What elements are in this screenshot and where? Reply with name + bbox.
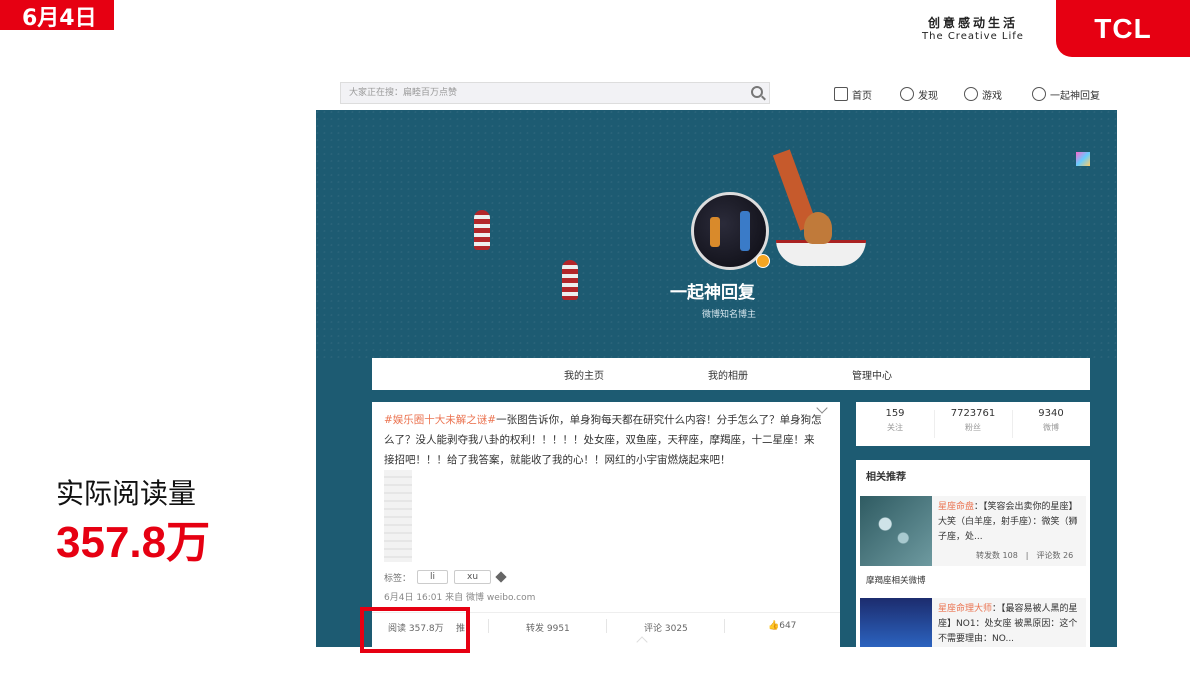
comment-button[interactable]: 评论 3025 [644, 621, 688, 634]
home-icon [834, 87, 848, 101]
weibo-topbar: 大家正在搜：扁睦百万点赞 首页 发现 游戏 一起神回复 [316, 80, 1117, 110]
comment-pointer [636, 636, 648, 647]
rec-item[interactable]: 星座命盘：【笑容会出卖你的星座】大笑（白羊座，射手座）：微笑（狮子座，处... … [860, 496, 1086, 566]
stat-posts[interactable]: 9340 微博 [1012, 408, 1090, 433]
profile-banner: 一起神回复 微博知名博主 [316, 110, 1117, 360]
rec-thumbnail[interactable] [860, 496, 932, 566]
presentation-slide: 6月4日 创意感动生活 The Creative Life TCL 实际阅读量 … [0, 0, 1200, 675]
rec-counts: 转发数 108 | 评论数 26 [976, 551, 1074, 560]
buoy-illustration [474, 210, 490, 250]
post-text: #娱乐圈十大未解之谜#一张图告诉你，单身狗每天都在研究什么内容！分手怎么了？单身… [384, 414, 822, 466]
buoy-illustration [562, 260, 578, 300]
post-topic[interactable]: #娱乐圈十大未解之谜# [384, 414, 496, 426]
repost-button[interactable]: 转发 9951 [526, 621, 570, 634]
nav-games[interactable]: 游戏 [964, 85, 1002, 103]
profile-name: 一起神回复 [670, 283, 755, 303]
user-icon [1032, 87, 1046, 101]
tcl-logo: TCL [1056, 0, 1190, 57]
edit-icon[interactable] [495, 571, 507, 583]
post-tags: 标签： li xu [384, 570, 507, 584]
profile-subtitle: 微博知名博主 [702, 310, 757, 320]
weibo-screenshot: 大家正在搜：扁睦百万点赞 首页 发现 游戏 一起神回复 一起神回复 微博知名博主… [316, 80, 1117, 647]
gamepad-icon [964, 87, 978, 101]
rec-thumbnail[interactable] [860, 598, 932, 647]
nav-profile[interactable]: 一起神回复 [1032, 85, 1100, 103]
monkey-illustration [804, 212, 832, 244]
tag-item[interactable]: li [417, 570, 449, 584]
nav-discover[interactable]: 发现 [900, 85, 938, 103]
search-icon[interactable] [751, 86, 763, 98]
tab-home[interactable]: 我的主页 [564, 367, 604, 382]
skin-icon[interactable] [1076, 152, 1090, 166]
profile-tabs: 我的主页 我的相册 管理中心 [372, 358, 1090, 390]
stat-following[interactable]: 159 关注 [856, 408, 934, 433]
nav-home[interactable]: 首页 [834, 85, 872, 103]
like-button[interactable]: 👍647 [768, 621, 796, 631]
post-image[interactable] [384, 470, 412, 562]
tab-album[interactable]: 我的相册 [708, 367, 748, 382]
related-recommendations: 相关推荐 星座命盘：【笑容会出卖你的星座】大笑（白羊座，射手座）：微笑（狮子座，… [856, 460, 1090, 647]
search-input[interactable]: 大家正在搜：扁睦百万点赞 [340, 82, 770, 104]
date-tab: 6月4日 [0, 0, 114, 30]
tag-item[interactable]: xu [454, 570, 492, 584]
slogan-cn: 创意感动生活 [927, 16, 1018, 30]
verified-icon [756, 254, 770, 268]
profile-stats: 159 关注 7723761 粉丝 9340 微博 [856, 402, 1090, 446]
rec-caption[interactable]: 摩羯座相关微博 [866, 574, 926, 586]
tcl-slogan: 创意感动生活 The Creative Life [913, 14, 1033, 42]
stat-followers[interactable]: 7723761 粉丝 [934, 408, 1012, 433]
post-meta: 6月4日 16:01 来自 微博 weibo.com [384, 593, 536, 603]
metric-value: 357.8万 [56, 518, 211, 567]
tab-manage[interactable]: 管理中心 [852, 367, 892, 382]
recs-title: 相关推荐 [866, 472, 906, 483]
rec-item[interactable]: 星座命理大师：【最容易被人黑的星座】NO1：处女座 被黑原因：这个不需要理由：N… [860, 598, 1086, 647]
read-count-highlight [360, 607, 470, 653]
slogan-en: The Creative Life [922, 31, 1024, 42]
compass-icon [900, 87, 914, 101]
